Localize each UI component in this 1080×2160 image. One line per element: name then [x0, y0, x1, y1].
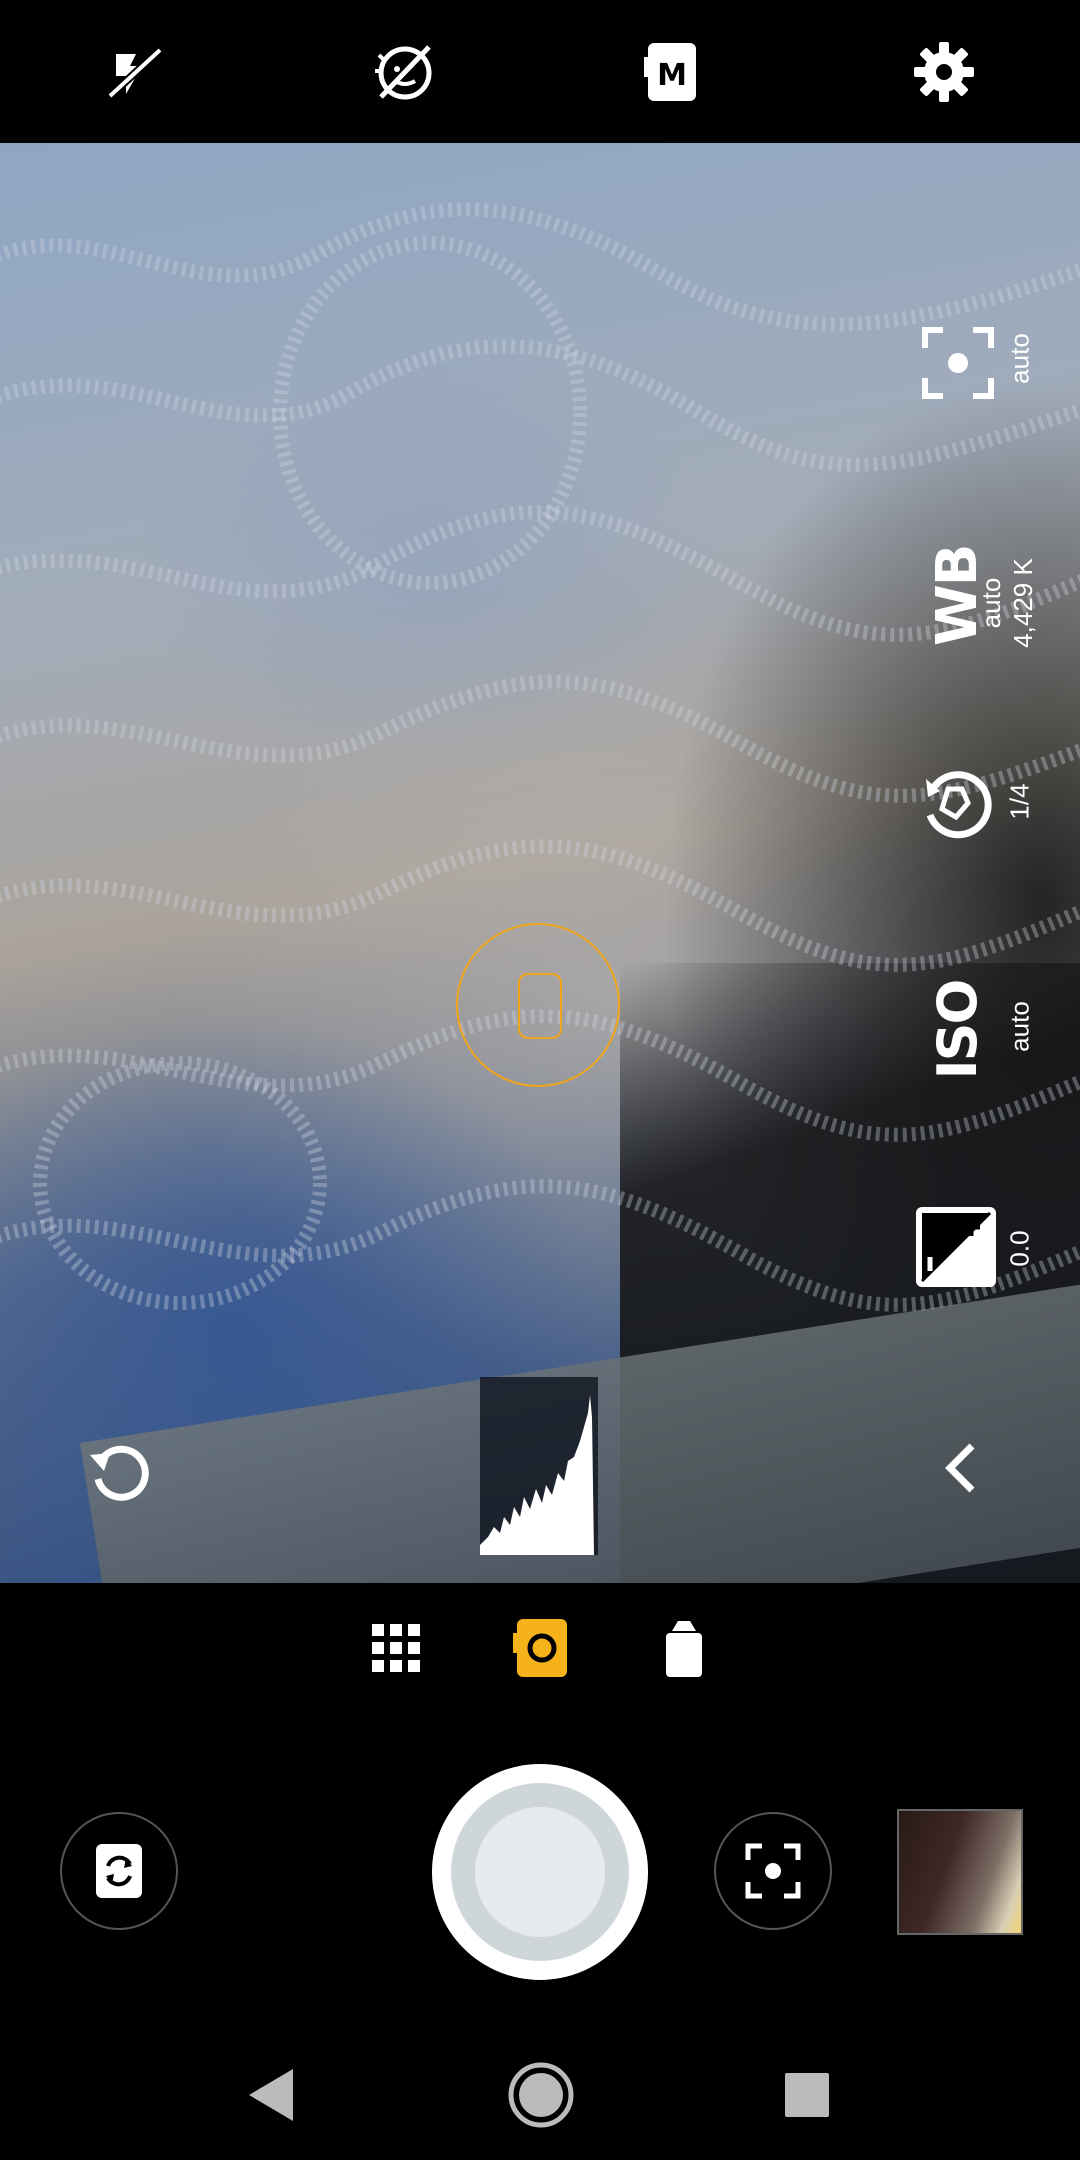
svg-text:M: M — [657, 58, 687, 93]
switch-camera-button[interactable] — [60, 1812, 178, 1930]
navigation-bar — [0, 2030, 1080, 2160]
iso-icon[interactable]: ISO — [923, 976, 993, 1084]
white-balance-kelvin: 4,429 K — [1008, 558, 1038, 648]
grid-icon[interactable] — [356, 1608, 436, 1688]
camera-viewfinder[interactable]: auto WB auto 4,429 K 1/4 ISO auto 0.0 — [0, 143, 1080, 1583]
white-balance-values: auto 4,429 K — [975, 528, 1055, 678]
video-camera-icon[interactable] — [644, 1608, 724, 1688]
histogram — [480, 1377, 598, 1555]
iso-value: auto — [1004, 1001, 1035, 1052]
recents-icon[interactable] — [762, 2050, 852, 2140]
focus-icon — [745, 1843, 801, 1899]
white-balance-mode: auto — [976, 577, 1006, 629]
focus-ring[interactable] — [456, 923, 620, 1087]
mode-bar — [0, 1583, 1080, 1733]
focus-icon[interactable] — [918, 323, 998, 403]
switch-camera-icon — [96, 1844, 142, 1898]
reset-icon[interactable] — [80, 1431, 160, 1511]
last-photo-thumbnail[interactable] — [897, 1809, 1023, 1935]
focus-point — [518, 973, 562, 1039]
settings-gear-icon[interactable] — [904, 32, 984, 112]
face-detection-off-icon[interactable] — [364, 32, 444, 112]
focus-lock-button[interactable] — [714, 1812, 832, 1930]
shutter-button[interactable] — [432, 1764, 648, 1980]
exposure-compensation-icon[interactable] — [914, 1205, 998, 1289]
manual-mode-icon[interactable]: M — [632, 32, 712, 112]
chevron-left-icon[interactable] — [920, 1428, 1000, 1508]
shutter-core — [475, 1807, 605, 1937]
focus-value: auto — [1004, 333, 1035, 384]
home-icon[interactable] — [496, 2050, 586, 2140]
top-bar: M — [0, 0, 1080, 143]
flash-off-icon[interactable] — [94, 32, 174, 112]
shutter-ring — [451, 1783, 629, 1961]
back-icon[interactable] — [226, 2050, 316, 2140]
shutter-speed-value: 1/4 — [1004, 783, 1035, 820]
photo-camera-icon[interactable] — [500, 1608, 580, 1688]
exposure-compensation-value: 0.0 — [1004, 1230, 1035, 1267]
shutter-speed-icon[interactable] — [916, 763, 996, 843]
